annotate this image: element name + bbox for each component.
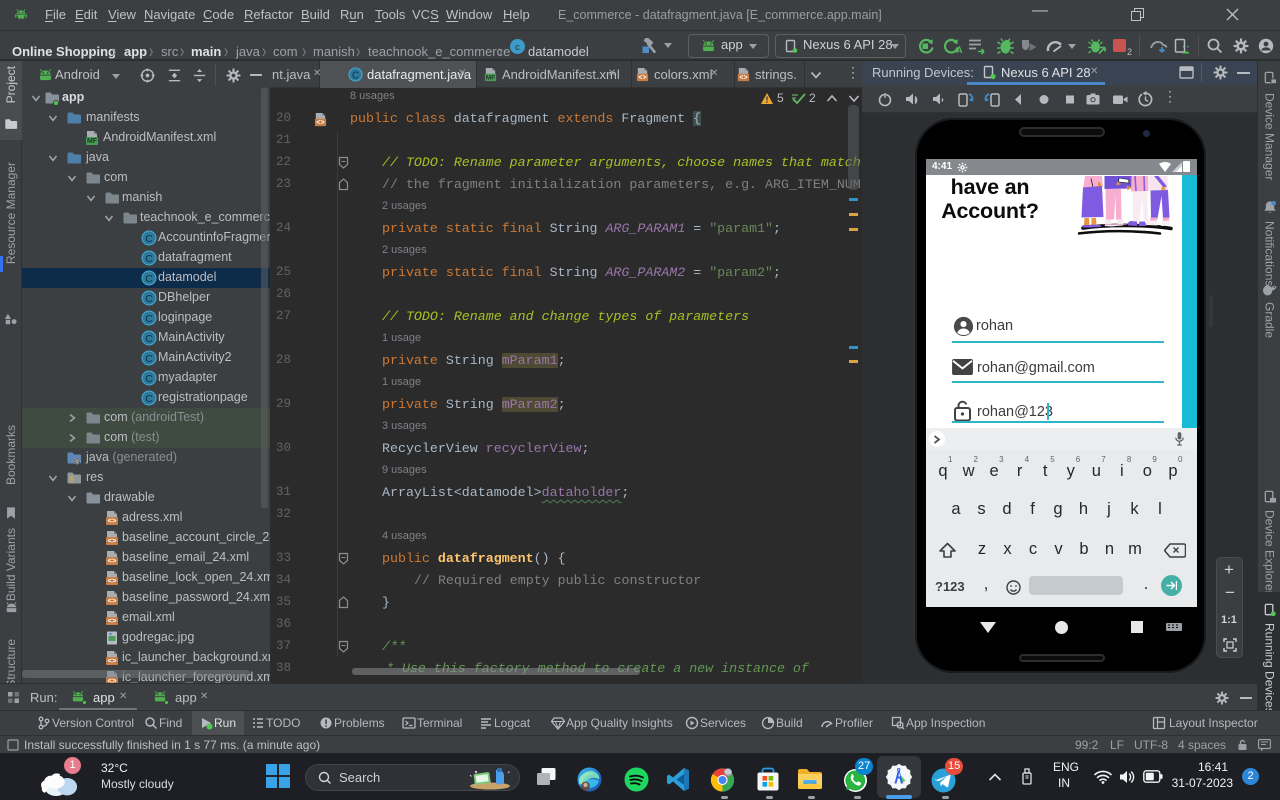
svg-text:A: A [956, 45, 963, 55]
svg-text:c: c [515, 42, 520, 52]
